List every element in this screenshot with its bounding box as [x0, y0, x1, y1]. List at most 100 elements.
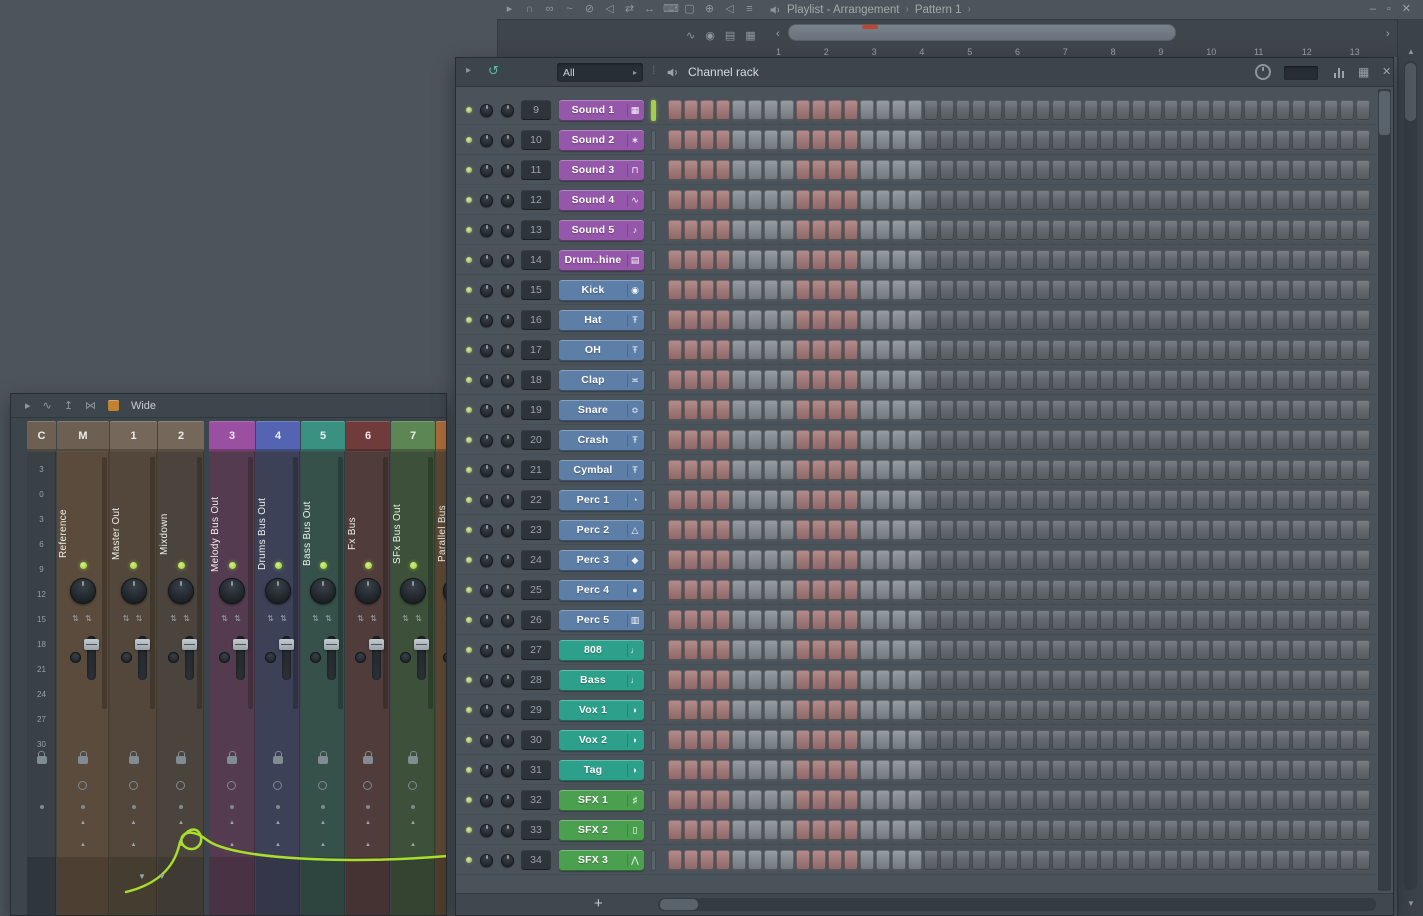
step-cell[interactable] [844, 250, 858, 270]
channel-button[interactable]: SFX 1♯ [559, 790, 644, 811]
channel-enable-led[interactable] [466, 197, 472, 203]
breadcrumb-pattern[interactable]: Pattern 1 [915, 4, 962, 16]
step-cell[interactable] [812, 250, 826, 270]
step-cell[interactable] [748, 280, 762, 300]
channel-button[interactable]: Bass♩ [559, 670, 644, 691]
step-cell[interactable] [1004, 820, 1018, 840]
channel-number[interactable]: 12 [521, 190, 551, 210]
strip-fader[interactable] [417, 636, 426, 680]
step-cell[interactable] [1292, 730, 1306, 750]
step-cell[interactable] [972, 550, 986, 570]
step-cell[interactable] [732, 520, 746, 540]
step-cell[interactable] [988, 700, 1002, 720]
step-cell[interactable] [700, 370, 714, 390]
step-cell[interactable] [812, 310, 826, 330]
step-cell[interactable] [668, 730, 682, 750]
step-cell[interactable] [796, 640, 810, 660]
step-cell[interactable] [812, 520, 826, 540]
channel-number[interactable]: 34 [521, 850, 551, 870]
step-cell[interactable] [1356, 220, 1370, 240]
step-cell[interactable] [1148, 310, 1162, 330]
step-cell[interactable] [1004, 310, 1018, 330]
channel-number[interactable]: 25 [521, 580, 551, 600]
step-cell[interactable] [796, 160, 810, 180]
step-cell[interactable] [940, 700, 954, 720]
step-cell[interactable] [1100, 160, 1114, 180]
step-cell[interactable] [972, 820, 986, 840]
step-cell[interactable] [1180, 760, 1194, 780]
step-cell[interactable] [1132, 220, 1146, 240]
step-cell[interactable] [1260, 520, 1274, 540]
channel-button[interactable]: Sound 1▦ [559, 100, 644, 121]
step-cell[interactable] [1212, 700, 1226, 720]
channel-enable-led[interactable] [466, 797, 472, 803]
step-cell[interactable] [908, 640, 922, 660]
step-cell[interactable] [1212, 640, 1226, 660]
step-cell[interactable] [1068, 550, 1082, 570]
step-cell[interactable] [1212, 430, 1226, 450]
step-cell[interactable] [908, 610, 922, 630]
step-cell[interactable] [668, 250, 682, 270]
step-cell[interactable] [1244, 430, 1258, 450]
step-cell[interactable] [812, 220, 826, 240]
step-cell[interactable] [1036, 730, 1050, 750]
step-cell[interactable] [1116, 550, 1130, 570]
step-cell[interactable] [1308, 790, 1322, 810]
step-cell[interactable] [796, 580, 810, 600]
step-cell[interactable] [940, 760, 954, 780]
step-cell[interactable] [748, 610, 762, 630]
step-cell[interactable] [1068, 610, 1082, 630]
vertical-scrollbar[interactable] [1404, 61, 1417, 890]
step-cell[interactable] [908, 280, 922, 300]
step-cell[interactable] [1084, 790, 1098, 810]
step-cell[interactable] [1020, 100, 1034, 120]
strip-up-chevron[interactable]: ▲ [301, 842, 345, 848]
scrollbar-handle[interactable] [660, 899, 698, 910]
step-cell[interactable] [956, 130, 970, 150]
step-cell[interactable] [1228, 400, 1242, 420]
step-cell[interactable] [796, 760, 810, 780]
channel-pan-knob[interactable] [480, 434, 493, 447]
step-cell[interactable] [1148, 430, 1162, 450]
step-cell[interactable] [1132, 460, 1146, 480]
channel-enable-led[interactable] [466, 287, 472, 293]
step-cell[interactable] [716, 850, 730, 870]
step-cell[interactable] [1132, 850, 1146, 870]
step-cell[interactable] [1308, 610, 1322, 630]
step-cell[interactable] [1228, 550, 1242, 570]
step-cell[interactable] [1276, 370, 1290, 390]
step-cell[interactable] [1004, 580, 1018, 600]
step-cell[interactable] [988, 520, 1002, 540]
step-cell[interactable] [988, 610, 1002, 630]
step-cell[interactable] [780, 250, 794, 270]
step-cell[interactable] [1228, 460, 1242, 480]
step-cell[interactable] [700, 730, 714, 750]
step-cell[interactable] [828, 340, 842, 360]
step-cell[interactable] [924, 520, 938, 540]
step-cell[interactable] [828, 250, 842, 270]
step-cell[interactable] [844, 730, 858, 750]
step-cell[interactable] [1180, 340, 1194, 360]
strip-enable-led[interactable] [410, 562, 417, 569]
step-cell[interactable] [1292, 310, 1306, 330]
step-cell[interactable] [1292, 280, 1306, 300]
step-cell[interactable] [1084, 340, 1098, 360]
step-cell[interactable] [908, 580, 922, 600]
step-cell[interactable] [1148, 460, 1162, 480]
step-cell[interactable] [1068, 490, 1082, 510]
strip-up-chevron[interactable]: ▲ [57, 842, 109, 848]
step-cell[interactable] [1100, 730, 1114, 750]
step-cell[interactable] [732, 250, 746, 270]
step-cell[interactable] [732, 460, 746, 480]
step-cell[interactable] [1164, 760, 1178, 780]
channel-select-indicator[interactable] [651, 670, 656, 691]
step-cell[interactable] [1196, 400, 1210, 420]
step-cell[interactable] [1052, 460, 1066, 480]
step-cell[interactable] [956, 460, 970, 480]
channel-number[interactable]: 30 [521, 730, 551, 750]
step-cell[interactable] [684, 160, 698, 180]
step-cell[interactable] [716, 160, 730, 180]
step-cell[interactable] [684, 730, 698, 750]
step-cell[interactable] [1020, 130, 1034, 150]
step-cell[interactable] [796, 820, 810, 840]
